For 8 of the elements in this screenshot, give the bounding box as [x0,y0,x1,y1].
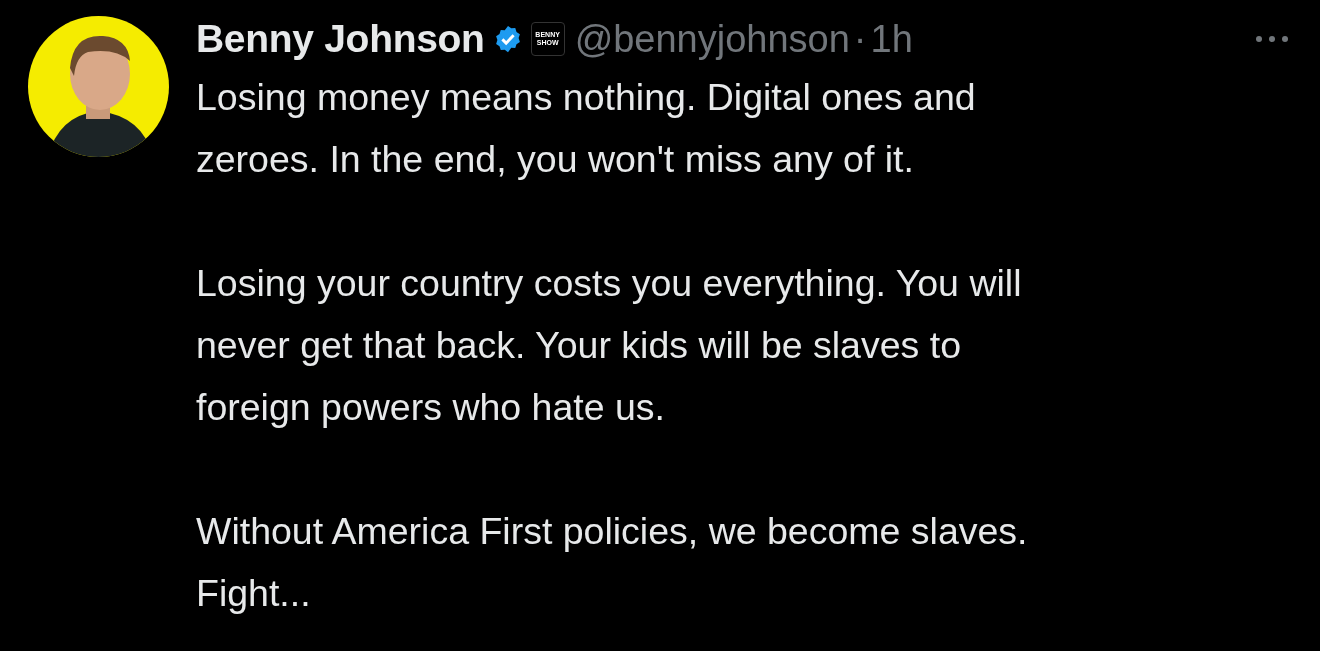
tweet-text: Without America First policies, we become slaves. Fight... [196,509,1029,616]
post-time[interactable]: 1h [870,17,913,61]
tweet-text: Losing money means nothing. Digital ones and zeroes. In the end, you won't miss any of it. [196,75,977,182]
author-handle[interactable]: @bennyjohnson [574,17,850,61]
separator: · [853,17,867,61]
more-icon[interactable] [1254,34,1290,44]
author-name[interactable]: Benny Johnson [196,17,485,61]
tweet-text: Losing your country costs you everything. You will never get that back. Your kids will be slaves to foreign powers who hate us. [196,261,1023,430]
